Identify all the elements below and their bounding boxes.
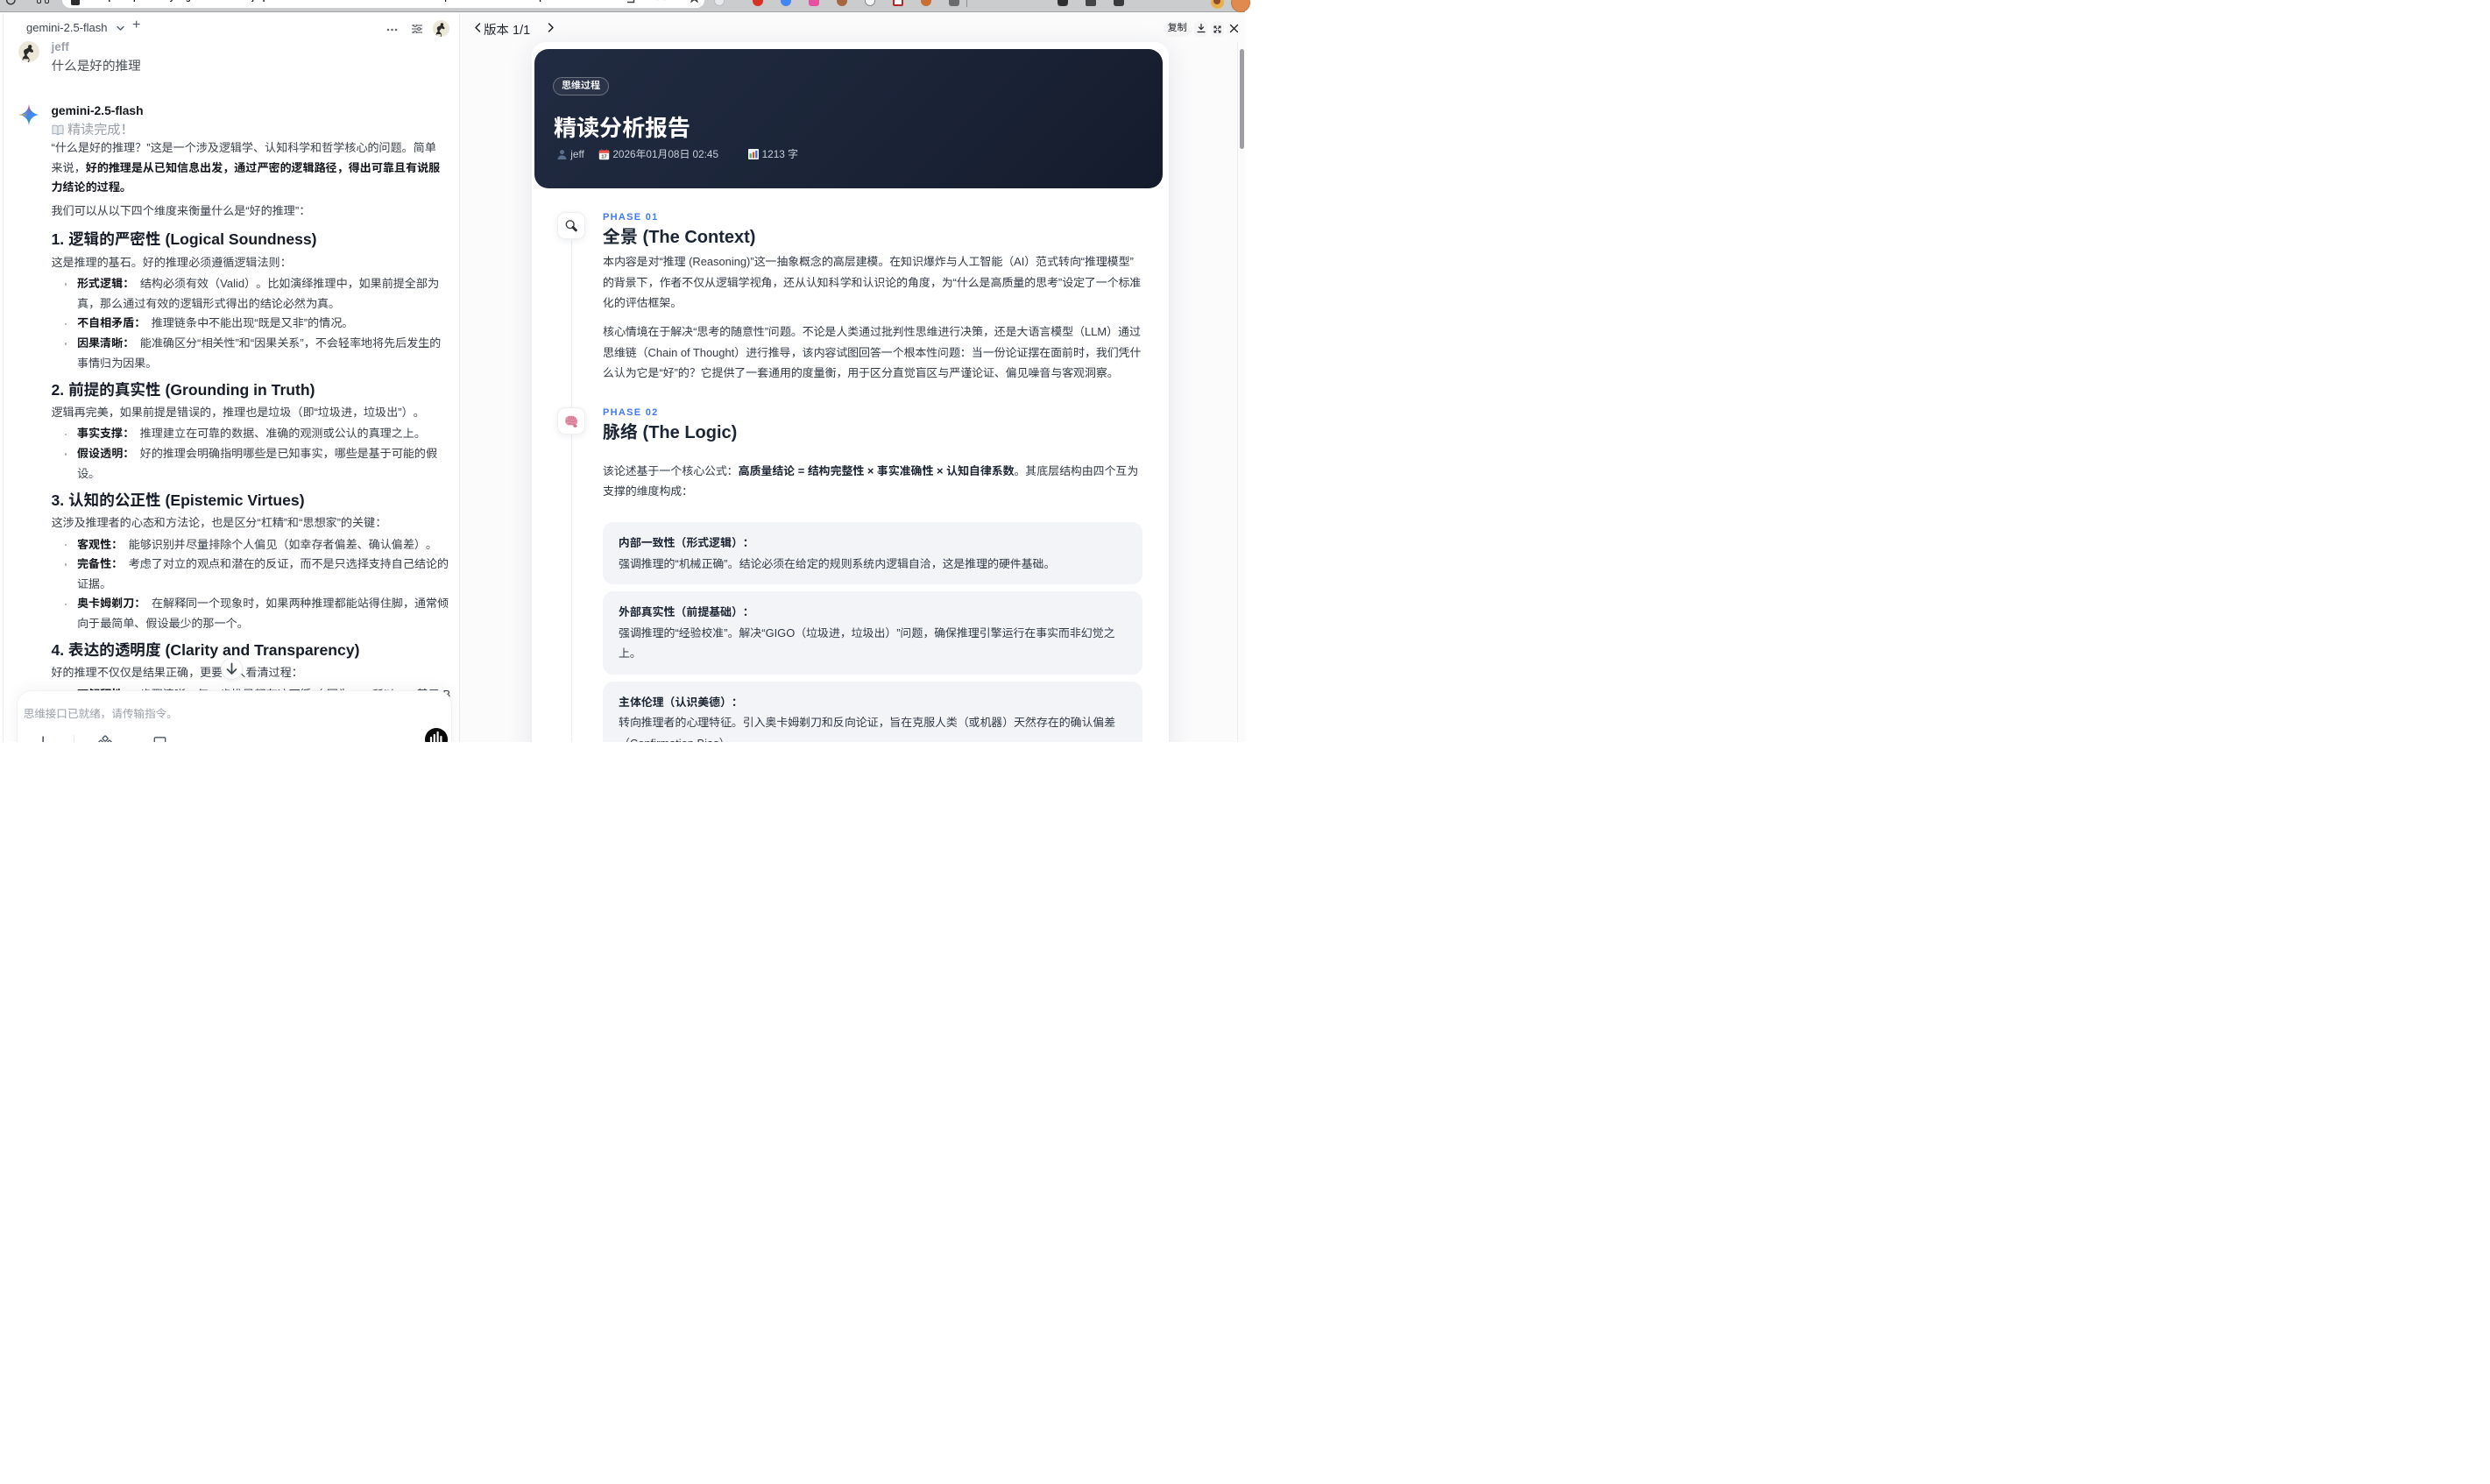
svg-text:17: 17 — [601, 154, 606, 159]
